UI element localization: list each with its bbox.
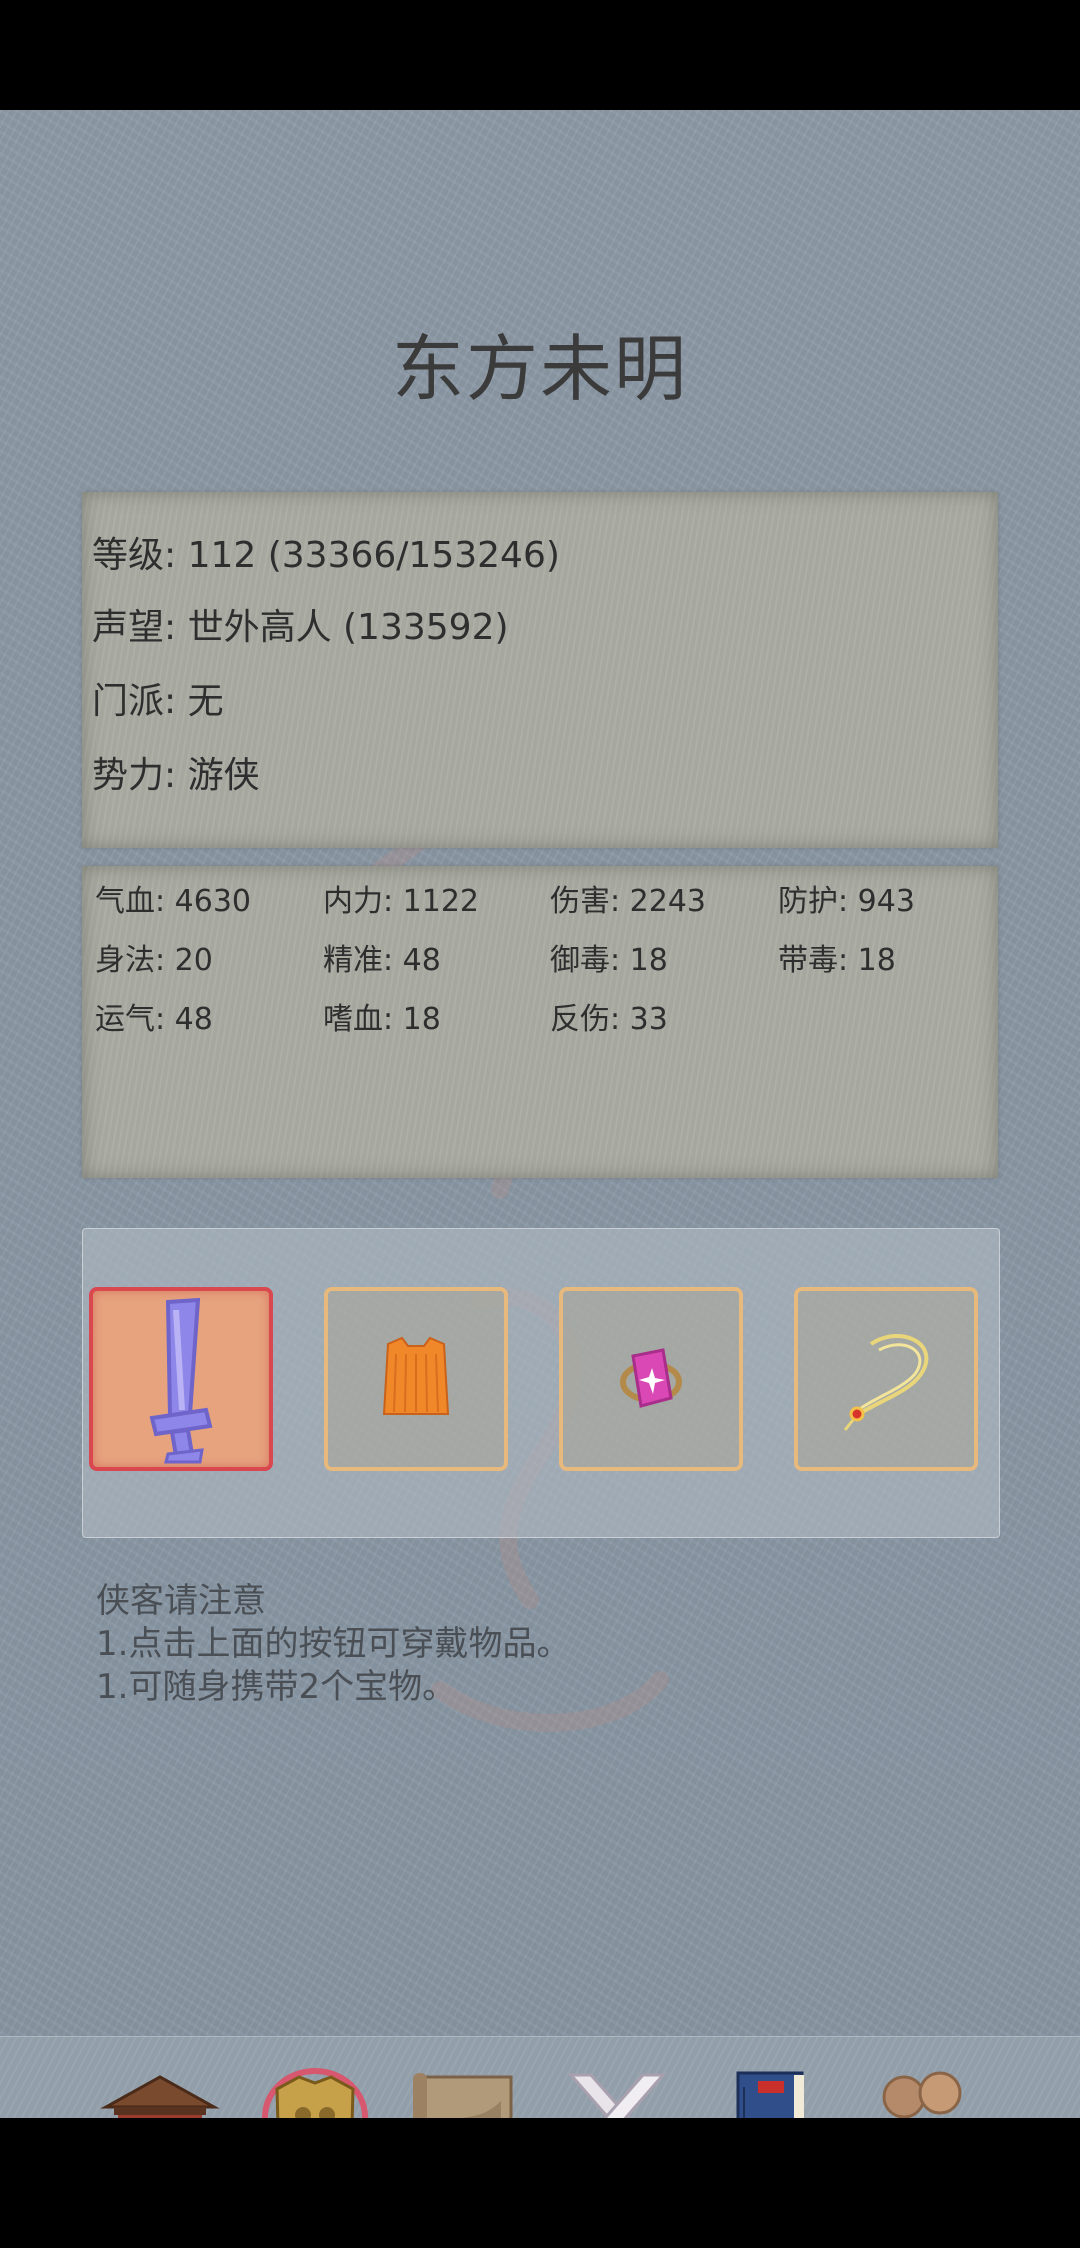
armor-icon bbox=[382, 1336, 450, 1415]
stat-accuracy: 精准: 48 bbox=[323, 943, 441, 978]
stat-internal-power: 内力: 1122 bbox=[323, 884, 479, 919]
notice-line-2: 1.可随身携带2个宝物。 bbox=[96, 1667, 457, 1707]
player-name: 东方未明 bbox=[391, 327, 688, 411]
equip-slot-accessory[interactable] bbox=[794, 1287, 978, 1471]
stat-poison-resist: 御毒: 18 bbox=[550, 943, 668, 978]
status-bar bbox=[0, 0, 1080, 110]
stat-lifesteal: 嗜血: 18 bbox=[323, 1002, 441, 1037]
necklace-icon bbox=[843, 1333, 929, 1431]
faction-text: 势力: 游侠 bbox=[92, 755, 260, 796]
stat-damage: 伤害: 2243 bbox=[550, 884, 706, 919]
stat-agility: 身法: 20 bbox=[95, 943, 213, 978]
notice-title: 侠客请注意 bbox=[96, 1581, 266, 1621]
equipment-screen: 东方未明 等级: 112 (33366/153246) 声望: 世外高人 (13… bbox=[0, 110, 1080, 2229]
equip-slot-armor[interactable] bbox=[324, 1287, 508, 1471]
notice-line-1: 1.点击上面的按钮可穿戴物品。 bbox=[96, 1624, 571, 1664]
notice-box: 侠客请注意 1.点击上面的按钮可穿戴物品。 1.可随身携带2个宝物。 bbox=[96, 1580, 570, 1709]
level-text: 等级: 112 (33366/153246) bbox=[92, 535, 560, 576]
stat-poison: 带毒: 18 bbox=[778, 943, 896, 978]
sword-icon bbox=[149, 1297, 213, 1464]
stat-hp: 气血: 4630 bbox=[95, 884, 251, 919]
equip-slot-treasure[interactable] bbox=[559, 1287, 743, 1471]
sect-text: 门派: 无 bbox=[92, 681, 224, 722]
equipment-panel bbox=[82, 1228, 1000, 1538]
stat-reflect: 反伤: 33 bbox=[550, 1002, 668, 1037]
stat-defense: 防护: 943 bbox=[778, 884, 915, 919]
attributes-panel: 气血: 4630 内力: 1122 伤害: 2243 防护: 943 身法: 2… bbox=[82, 866, 998, 1178]
info-panel: 等级: 112 (33366/153246) 声望: 世外高人 (133592)… bbox=[82, 492, 998, 848]
bottom-bar bbox=[0, 2118, 1080, 2248]
gem-icon bbox=[620, 1348, 682, 1408]
reputation-text: 声望: 世外高人 (133592) bbox=[92, 607, 509, 648]
equip-slot-weapon[interactable] bbox=[89, 1287, 273, 1471]
stat-luck: 运气: 48 bbox=[95, 1002, 213, 1037]
